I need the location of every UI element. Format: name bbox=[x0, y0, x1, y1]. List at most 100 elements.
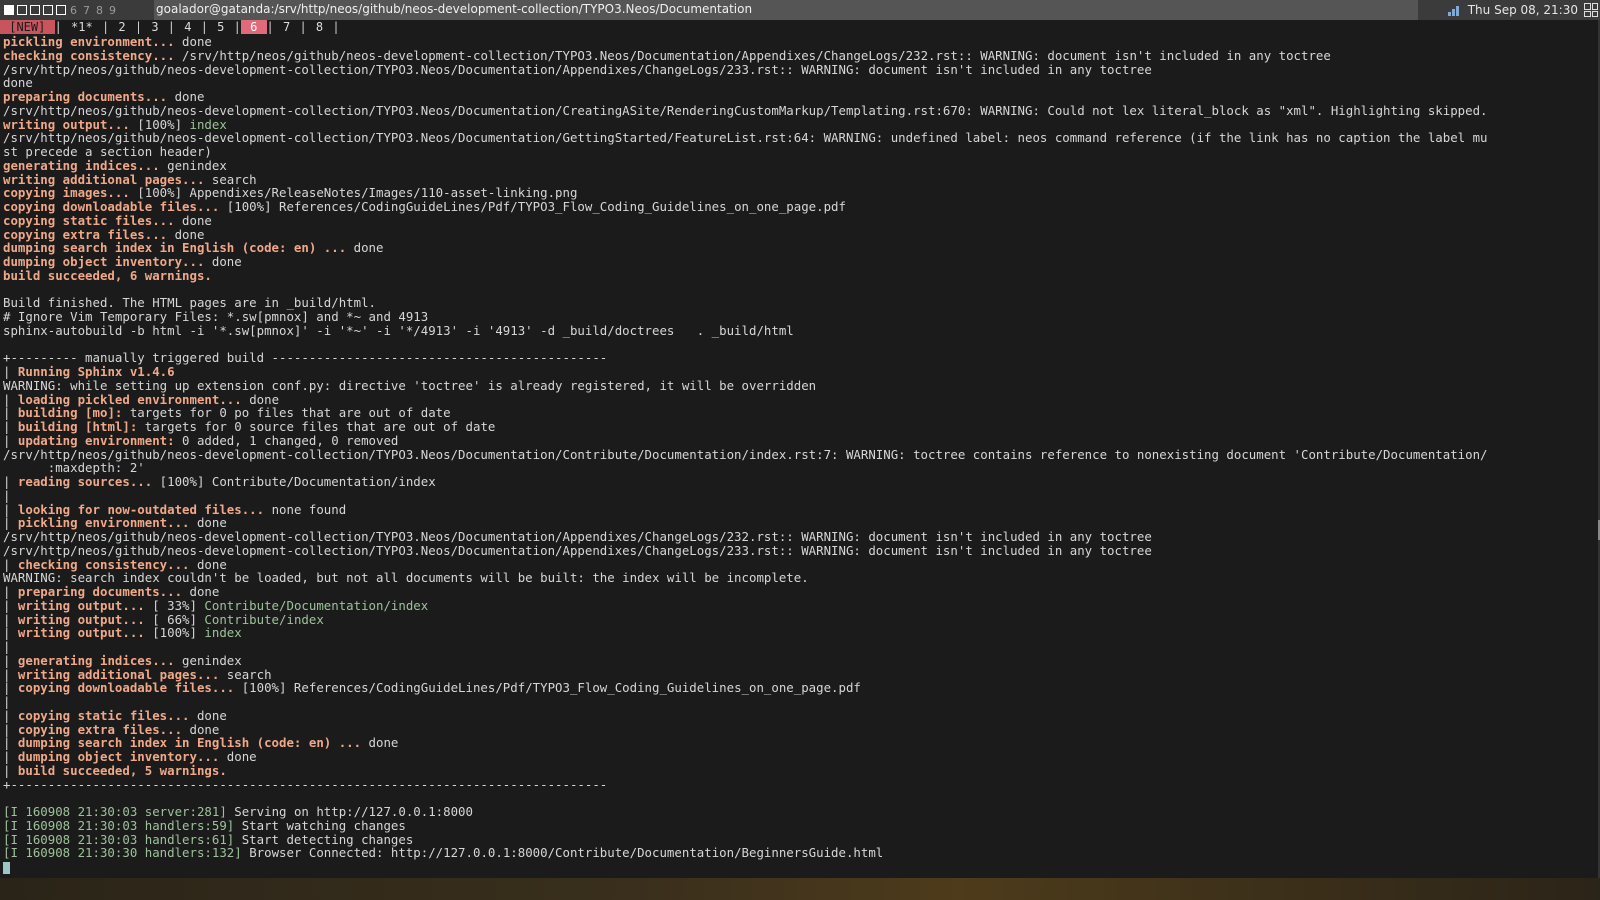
terminal-line: | copying extra files... done bbox=[3, 721, 1565, 737]
signal-icon[interactable] bbox=[1447, 4, 1462, 16]
log-text: +--------- manually triggered build ----… bbox=[3, 350, 608, 366]
terminal-line: | pickling environment... done bbox=[3, 516, 1565, 530]
workspace-2[interactable] bbox=[15, 3, 28, 18]
tab-3[interactable]: 3 bbox=[142, 20, 168, 34]
terminal-line: | Running Sphinx v1.4.6 bbox=[3, 365, 1565, 379]
desktop-bottom-strip bbox=[0, 878, 1600, 900]
log-text: done bbox=[211, 254, 242, 269]
workspace-box-icon bbox=[3, 4, 14, 15]
tab-5[interactable]: 5 bbox=[208, 20, 234, 34]
terminal-line: /srv/http/neos/github/neos-development-c… bbox=[3, 131, 1565, 145]
log-text: done bbox=[368, 735, 399, 751]
workspace-box-icon bbox=[29, 4, 40, 15]
log-text: | bbox=[3, 707, 18, 723]
log-text: done bbox=[196, 556, 227, 572]
system-tray: Thu Sep 08, 21:30 bbox=[1447, 0, 1600, 20]
status-label: writing additional pages... bbox=[3, 171, 212, 187]
terminal-line: checking consistency... /srv/http/neos/g… bbox=[3, 48, 1565, 63]
status-label: writing output... bbox=[17, 597, 153, 613]
tab-6[interactable]: 6 bbox=[240, 20, 267, 34]
log-text: | bbox=[3, 419, 18, 434]
log-text: | bbox=[3, 735, 18, 751]
layout-grid-icon[interactable] bbox=[1584, 3, 1598, 17]
log-text: [100%] Appendixes/ReleaseNotes/Images/11… bbox=[137, 185, 578, 201]
status-label: dumping object inventory... bbox=[3, 254, 212, 269]
log-text: | bbox=[3, 405, 18, 421]
log-text: sphinx-autobuild -b html -i '*.sw[pmnox]… bbox=[3, 322, 794, 338]
terminal-line: | checking consistency... done bbox=[3, 556, 1565, 572]
terminal-line: WARNING: while setting up extension conf… bbox=[3, 378, 1565, 393]
workspace-box-icon bbox=[55, 4, 66, 15]
status-label: copying downloadable files... bbox=[17, 680, 242, 696]
terminal-line: | building [html]: targets for 0 source … bbox=[3, 420, 1565, 434]
terminal-line: | looking for now-outdated files... none… bbox=[3, 501, 1565, 517]
workspace-4[interactable] bbox=[41, 3, 54, 18]
log-text: | bbox=[3, 639, 11, 654]
workspace-1[interactable] bbox=[2, 3, 15, 18]
terminal-line: | writing output... [ 66%] Contribute/in… bbox=[3, 612, 1565, 627]
log-text: /srv/http/neos/github/neos-development-c… bbox=[3, 542, 1152, 558]
workspace-7[interactable]: 7 bbox=[80, 4, 93, 17]
terminal-line: | dumping search index in English (code:… bbox=[3, 736, 1565, 750]
terminal-line: writing output... [100%] index bbox=[3, 117, 1565, 132]
log-text: done bbox=[182, 212, 212, 228]
prompt-line[interactable] bbox=[3, 860, 1565, 874]
workspace-switcher[interactable]: 6789 bbox=[2, 0, 119, 20]
log-text: [100%] References/CodingGuideLines/Pdf/T… bbox=[241, 680, 861, 696]
tab-separator: | bbox=[134, 20, 143, 34]
terminal-line: st precede a section header) bbox=[3, 145, 1565, 159]
terminal-line: :maxdepth: 2' bbox=[3, 461, 1565, 475]
terminal-line: | writing output... [ 33%] Contribute/Do… bbox=[3, 597, 1565, 613]
status-label: dumping object inventory... bbox=[17, 749, 227, 764]
status-label: writing output... bbox=[17, 625, 153, 641]
status-label: looking for now-outdated files... bbox=[17, 501, 272, 517]
workspace-8[interactable]: 8 bbox=[93, 4, 106, 17]
status-label: checking consistency... bbox=[17, 556, 197, 572]
tab-4[interactable]: 4 bbox=[175, 20, 201, 34]
status-label: copying extra files... bbox=[17, 721, 190, 737]
tab-7[interactable]: 7 bbox=[274, 20, 300, 34]
status-label: build succeeded, 5 warnings. bbox=[17, 762, 227, 778]
workspace-5[interactable] bbox=[54, 3, 67, 18]
log-text: done bbox=[189, 721, 220, 737]
terminal-line: done bbox=[3, 76, 1565, 90]
status-label: writing additional pages... bbox=[17, 666, 227, 682]
terminal-line: copying images... [100%] Appendixes/Rele… bbox=[3, 186, 1565, 200]
tab-8[interactable]: 8 bbox=[307, 20, 333, 34]
highlighted-text: index bbox=[204, 625, 242, 641]
highlighted-text: [I 160908 21:30:03 handlers:59] bbox=[3, 817, 242, 833]
log-text: Start watching changes bbox=[241, 817, 406, 833]
tab-new[interactable]: [NEW] bbox=[0, 20, 55, 34]
terminal-line: dumping object inventory... done bbox=[3, 255, 1565, 269]
log-text: | bbox=[3, 515, 18, 531]
tab-1[interactable]: *1* bbox=[62, 20, 102, 34]
terminal-line: | bbox=[3, 488, 1565, 503]
terminal-line: [I 160908 21:30:30 handlers:132] Browser… bbox=[3, 846, 1565, 860]
terminal-line: [I 160908 21:30:03 handlers:61] Start de… bbox=[3, 832, 1565, 847]
log-text: targets for 0 po files that are out of d… bbox=[129, 405, 451, 421]
log-text: | bbox=[3, 597, 18, 613]
terminal-line: writing additional pages... search bbox=[3, 171, 1565, 187]
terminal-line: generating indices... genindex bbox=[3, 158, 1565, 173]
log-text: | bbox=[3, 391, 18, 407]
log-text: +---------------------------------------… bbox=[3, 776, 608, 792]
workspace-3[interactable] bbox=[28, 3, 41, 18]
log-text: | bbox=[3, 625, 18, 641]
terminal-line: /srv/http/neos/github/neos-development-c… bbox=[3, 542, 1565, 558]
status-label: dumping search index in English (code: e… bbox=[3, 240, 354, 256]
tab-2[interactable]: 2 bbox=[109, 20, 135, 34]
terminal-line: preparing documents... done bbox=[3, 90, 1565, 104]
clock[interactable]: Thu Sep 08, 21:30 bbox=[1468, 3, 1578, 17]
log-text: | bbox=[3, 474, 18, 489]
workspace-9[interactable]: 9 bbox=[106, 4, 119, 17]
log-text: Browser Connected: http://127.0.0.1:8000… bbox=[249, 845, 884, 861]
terminal-line: copying static files... done bbox=[3, 212, 1565, 228]
terminal-line: | build succeeded, 5 warnings. bbox=[3, 762, 1565, 778]
workspace-6[interactable]: 6 bbox=[67, 4, 80, 17]
status-label: build succeeded, 6 warnings. bbox=[3, 267, 212, 283]
log-text: done bbox=[226, 749, 257, 764]
terminal-output[interactable]: pickling environment... done checking con… bbox=[3, 35, 1565, 875]
workspace-box-icon bbox=[16, 4, 27, 15]
terminal-line: /srv/http/neos/github/neos-development-c… bbox=[3, 62, 1565, 77]
